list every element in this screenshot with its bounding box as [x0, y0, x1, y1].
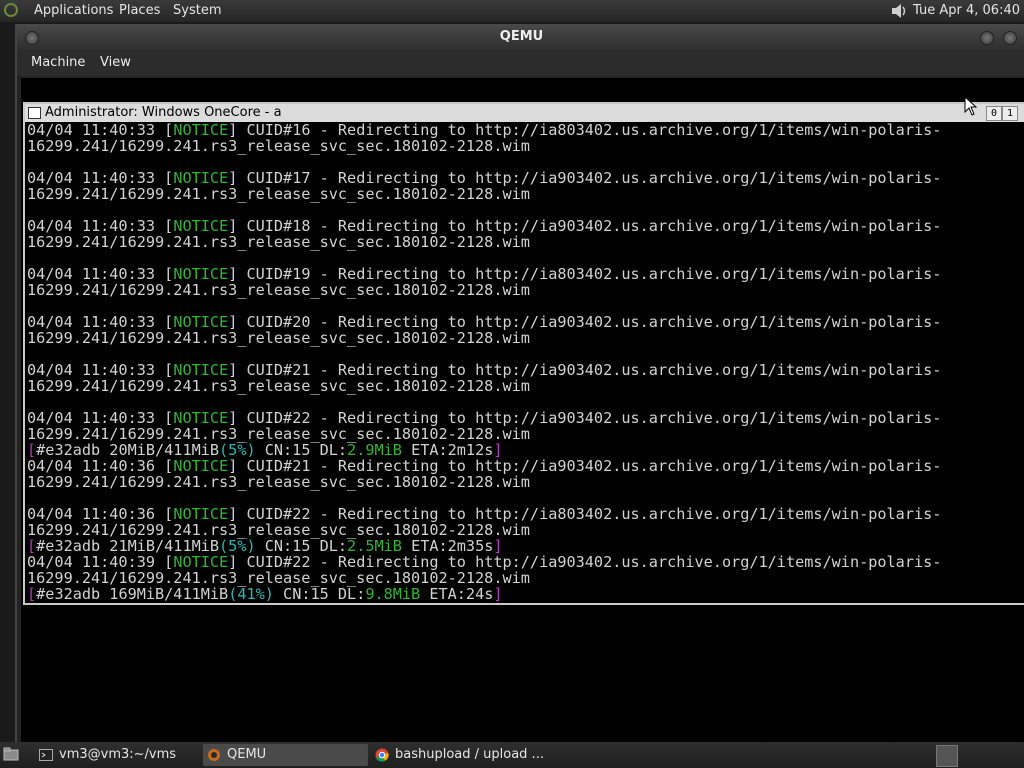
menu-machine[interactable]: Machine	[31, 55, 85, 70]
terminal-icon	[39, 749, 53, 761]
console-output: 04/04 11:40:33 [NOTICE] CUID#16 - Redire…	[27, 122, 1024, 603]
taskbar: vm3@vm3:~/vms QEMU bashupload / upload .…	[0, 742, 1024, 768]
console-window: Administrator: Windows OneCore - a 0 1 0…	[23, 102, 1024, 605]
qemu-titlebar[interactable]: QEMU	[17, 24, 1024, 50]
log-line-blank	[27, 298, 1024, 314]
progress-eta: ETA:24s	[420, 585, 494, 603]
chrome-icon	[375, 748, 389, 762]
log-line-blank	[27, 394, 1024, 410]
progress-size: #e32adb 169MiB/411MiB	[36, 585, 229, 603]
log-line-notice: 04/04 11:40:33 [NOTICE] CUID#17 - Redire…	[27, 170, 1024, 186]
clock[interactable]: Tue Apr 4, 06:40	[913, 3, 1020, 18]
log-line-continuation: 16299.241/16299.241.rs3_release_svc_sec.…	[27, 570, 1024, 586]
log-text: 16299.241/16299.241.rs3_release_svc_sec.…	[27, 377, 530, 395]
minimize-button[interactable]	[980, 31, 994, 45]
volume-icon[interactable]	[890, 3, 908, 19]
download-progress-line: [#e32adb 21MiB/411MiB(5%) CN:15 DL:2.5Mi…	[27, 538, 1024, 554]
log-line-continuation: 16299.241/16299.241.rs3_release_svc_sec.…	[27, 474, 1024, 490]
log-line-continuation: 16299.241/16299.241.rs3_release_svc_sec.…	[27, 426, 1024, 442]
task-qemu[interactable]: QEMU	[203, 744, 368, 766]
places-menu[interactable]: Places	[119, 3, 160, 18]
log-line-continuation: 16299.241/16299.241.rs3_release_svc_sec.…	[27, 522, 1024, 538]
console-system-menu-icon[interactable]	[28, 107, 41, 119]
log-line-notice: 04/04 11:40:36 [NOTICE] CUID#21 - Redire…	[27, 458, 1024, 474]
download-speed: 9.8MiB	[365, 585, 421, 603]
qemu-menubar: Machine View	[17, 50, 1024, 76]
log-line-blank	[27, 250, 1024, 266]
vm-screen[interactable]: Administrator: Windows OneCore - a 0 1 0…	[21, 78, 1024, 742]
progress-bracket-open: [	[27, 585, 37, 603]
log-line-notice: 04/04 11:40:33 [NOTICE] CUID#19 - Redire…	[27, 266, 1024, 282]
mouse-pointer-icon	[964, 96, 978, 116]
log-line-notice: 04/04 11:40:39 [NOTICE] CUID#22 - Redire…	[27, 554, 1024, 570]
system-menu[interactable]: System	[173, 3, 221, 18]
log-line-continuation: 16299.241/16299.241.rs3_release_svc_sec.…	[27, 138, 1024, 154]
download-progress-line: [#e32adb 169MiB/411MiB(41%) CN:15 DL:9.8…	[27, 586, 1024, 602]
log-text: 16299.241/16299.241.rs3_release_svc_sec.…	[27, 473, 530, 491]
log-line-continuation: 16299.241/16299.241.rs3_release_svc_sec.…	[27, 330, 1024, 346]
progress-connections: CN:15 DL:	[273, 585, 366, 603]
console-title: Administrator: Windows OneCore - a	[45, 105, 282, 120]
log-line-blank	[27, 202, 1024, 218]
log-text: 16299.241/16299.241.rs3_release_svc_sec.…	[27, 281, 530, 299]
qemu-window: QEMU Machine View Administrator: Windows…	[15, 24, 1024, 742]
log-line-notice: 04/04 11:40:33 [NOTICE] CUID#21 - Redire…	[27, 362, 1024, 378]
task-chrome[interactable]: bashupload / upload ...	[371, 744, 546, 766]
log-line-notice: 04/04 11:40:33 [NOTICE] CUID#20 - Redire…	[27, 314, 1024, 330]
task-label: vm3@vm3:~/vms	[59, 747, 177, 762]
log-text: 16299.241/16299.241.rs3_release_svc_sec.…	[27, 137, 530, 155]
log-text: 16299.241/16299.241.rs3_release_svc_sec.…	[27, 185, 530, 203]
download-progress-line: [#e32adb 20MiB/411MiB(5%) CN:15 DL:2.9Mi…	[27, 442, 1024, 458]
log-text: 16299.241/16299.241.rs3_release_svc_sec.…	[27, 233, 530, 251]
log-line-notice: 04/04 11:40:33 [NOTICE] CUID#22 - Redire…	[27, 410, 1024, 426]
distro-logo-icon[interactable]	[4, 3, 18, 17]
log-line-notice: 04/04 11:40:33 [NOTICE] CUID#16 - Redire…	[27, 122, 1024, 138]
console-button-1[interactable]: 1	[1002, 106, 1018, 121]
task-label: bashupload / upload ...	[395, 747, 544, 762]
applications-menu[interactable]: Applications	[34, 3, 113, 18]
window-menu-icon[interactable]	[25, 31, 39, 45]
log-line-continuation: 16299.241/16299.241.rs3_release_svc_sec.…	[27, 186, 1024, 202]
qemu-icon	[208, 749, 220, 761]
log-line-notice: 04/04 11:40:33 [NOTICE] CUID#18 - Redire…	[27, 218, 1024, 234]
window-title: QEMU	[499, 29, 544, 44]
log-line-blank	[27, 346, 1024, 362]
progress-percent: (41%)	[228, 585, 274, 603]
task-label: QEMU	[227, 747, 267, 762]
top-panel: Applications Places System Tue Apr 4, 06…	[0, 0, 1024, 22]
log-line-continuation: 16299.241/16299.241.rs3_release_svc_sec.…	[27, 282, 1024, 298]
log-line-notice: 04/04 11:40:36 [NOTICE] CUID#22 - Redire…	[27, 506, 1024, 522]
task-terminal[interactable]: vm3@vm3:~/vms	[35, 744, 200, 766]
tray-qemu-icon[interactable]	[936, 745, 958, 767]
log-line-continuation: 16299.241/16299.241.rs3_release_svc_sec.…	[27, 234, 1024, 250]
console-titlebar[interactable]: Administrator: Windows OneCore - a 0 1	[25, 104, 1024, 122]
log-line-continuation: 16299.241/16299.241.rs3_release_svc_sec.…	[27, 378, 1024, 394]
menu-view[interactable]: View	[100, 55, 131, 70]
log-line-blank	[27, 154, 1024, 170]
maximize-button[interactable]	[1003, 31, 1017, 45]
progress-bracket-close: ]	[493, 585, 503, 603]
console-button-0[interactable]: 0	[986, 106, 1002, 121]
log-text: 16299.241/16299.241.rs3_release_svc_sec.…	[27, 329, 530, 347]
log-line-blank	[27, 490, 1024, 506]
show-desktop-icon[interactable]	[3, 747, 19, 761]
